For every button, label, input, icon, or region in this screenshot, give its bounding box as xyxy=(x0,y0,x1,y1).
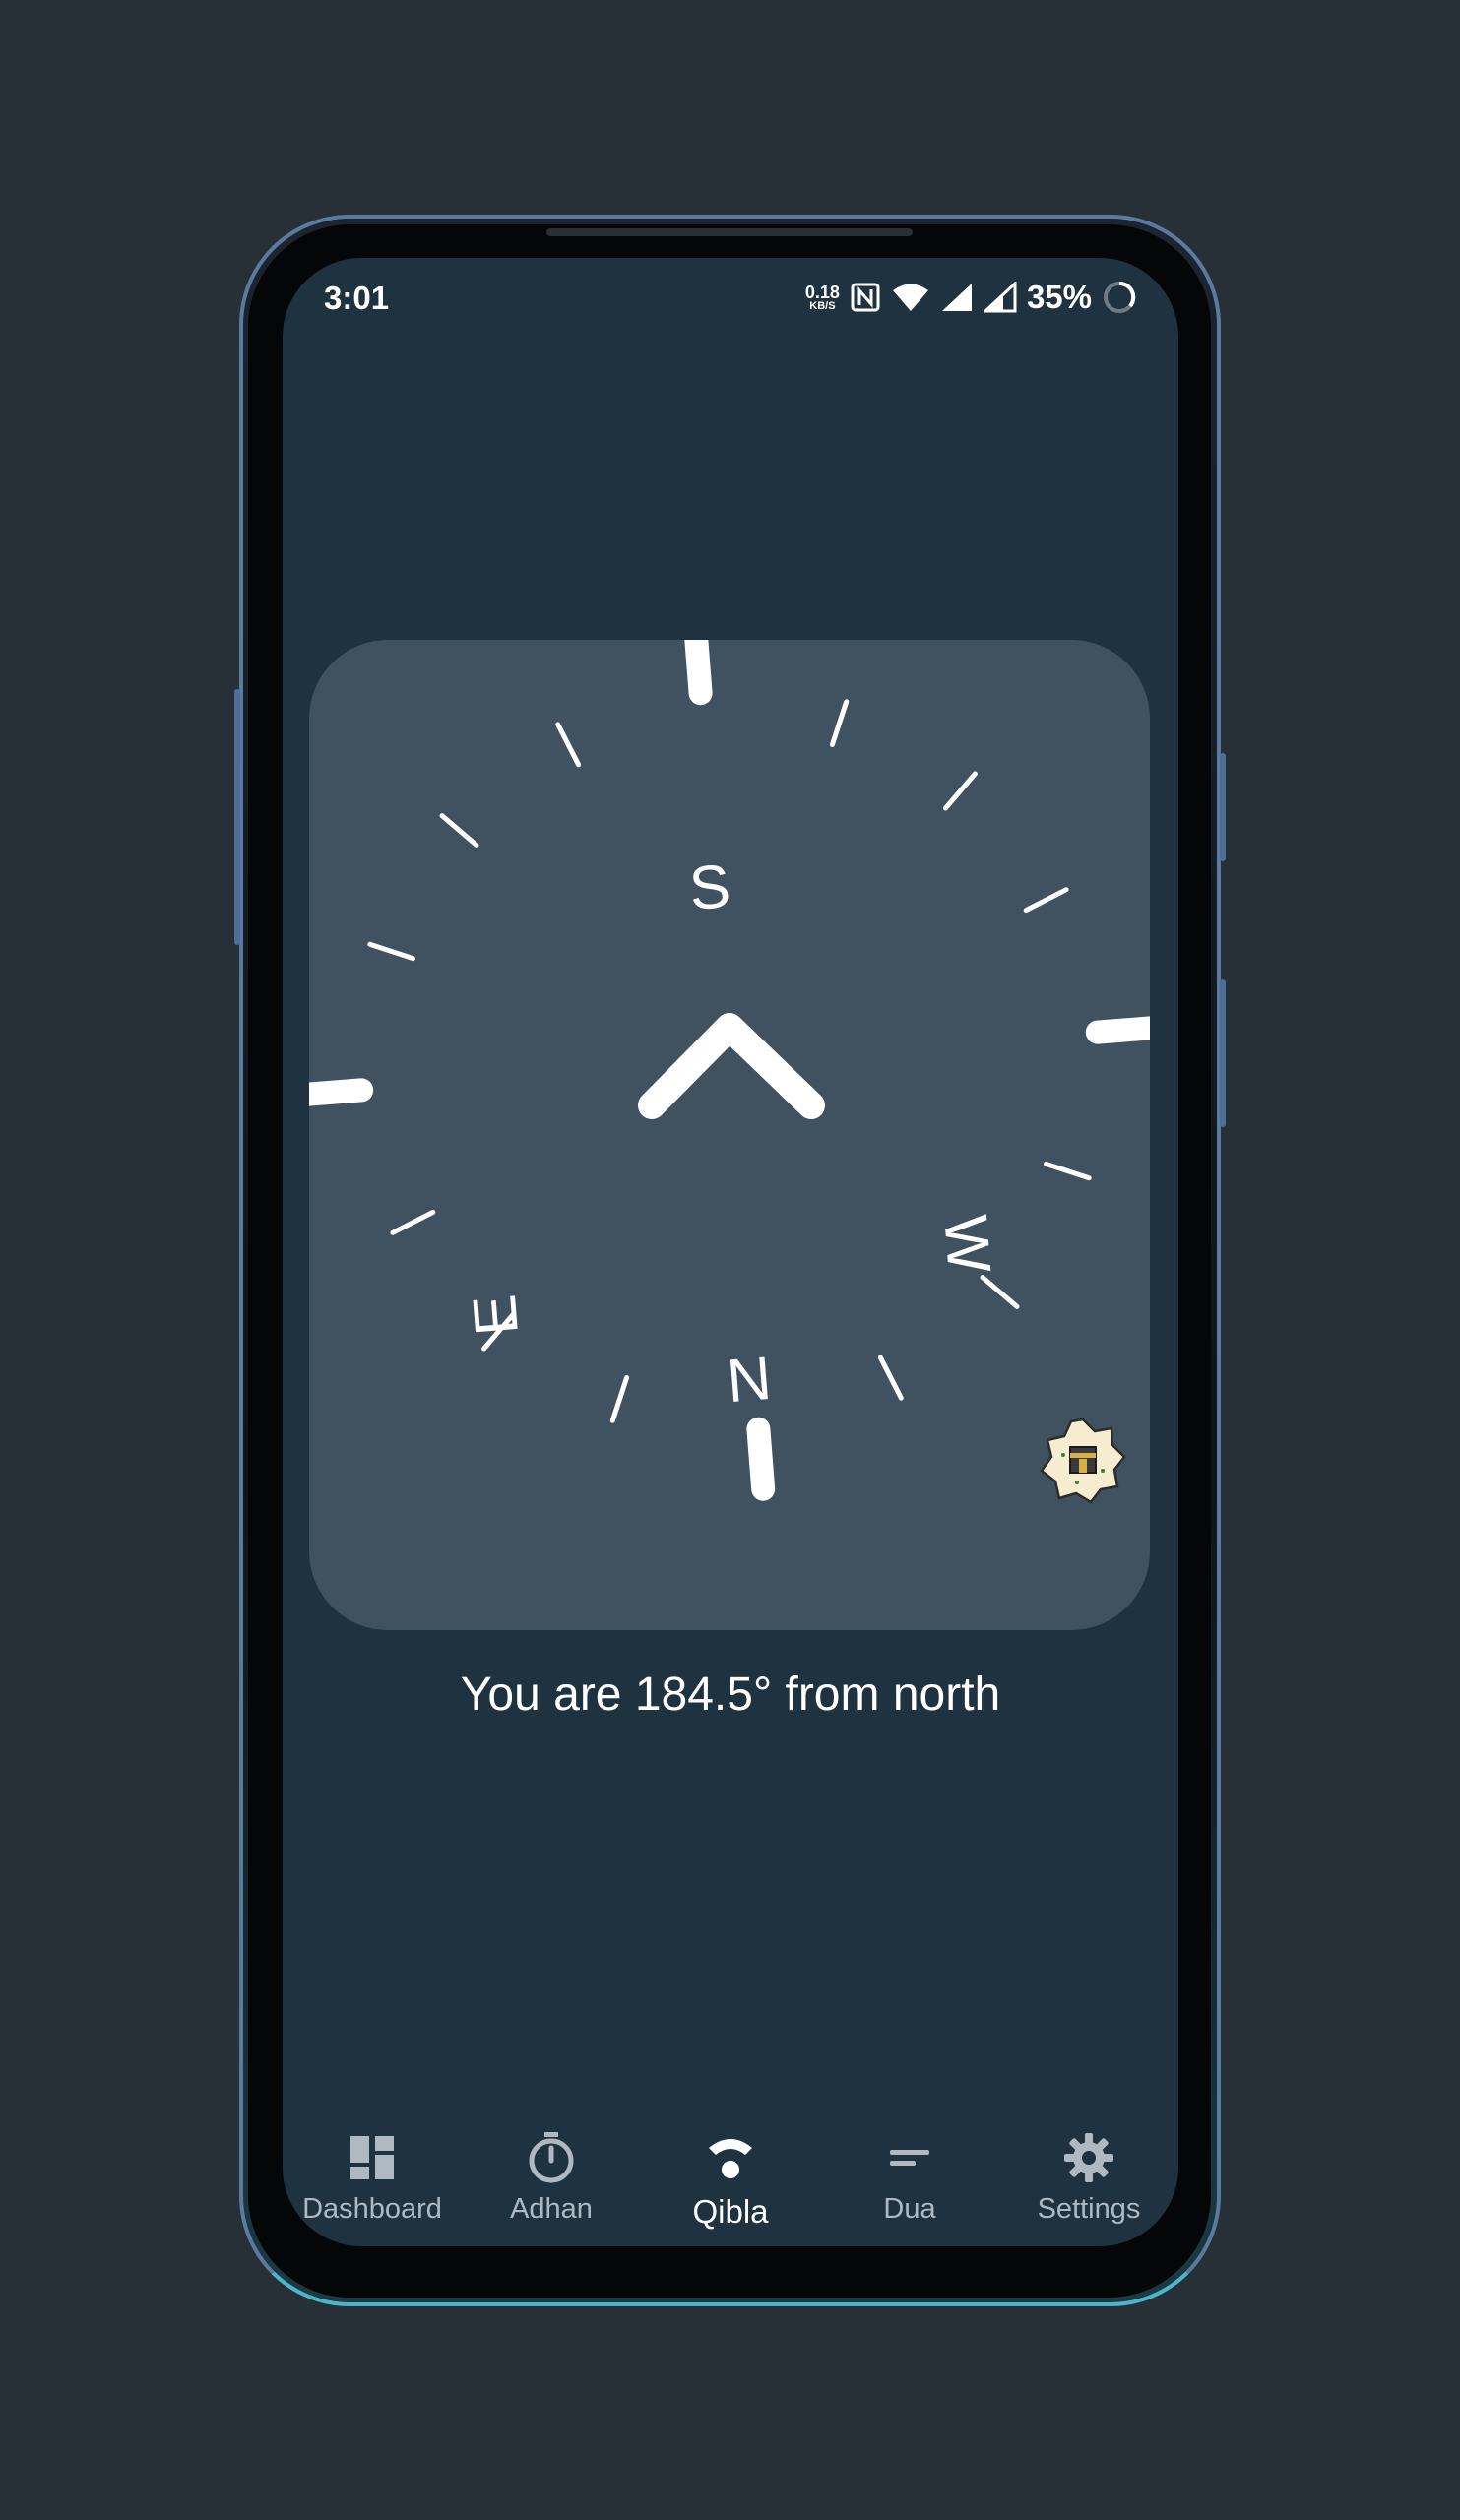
nav-qibla-label: Qibla xyxy=(692,2193,769,2230)
bottom-navigation: Dashboard Adhan Qibla Dua Settings xyxy=(283,2109,1178,2246)
cardinal-north: N xyxy=(725,1345,774,1416)
chevron-up-icon xyxy=(638,1013,825,1119)
cardinal-south: S xyxy=(687,852,733,923)
signal-icon xyxy=(941,284,972,311)
minor-tick xyxy=(439,813,479,848)
heading-readout: You are 184.5° from north xyxy=(460,1669,1001,1721)
nav-dua-label: Dua xyxy=(883,2193,936,2225)
wifi-icon xyxy=(892,284,928,311)
minor-tick xyxy=(980,1275,1020,1309)
minor-tick xyxy=(390,1209,436,1235)
minor-tick xyxy=(943,771,978,811)
status-icons: 0.18 KB/S 35% xyxy=(805,278,1137,317)
signal-icon xyxy=(983,282,1017,313)
minor-tick xyxy=(1023,887,1069,914)
nav-dua[interactable]: Dua xyxy=(820,2109,999,2246)
qibla-icon xyxy=(709,2139,752,2178)
timer-icon xyxy=(529,2132,574,2183)
major-tick xyxy=(684,640,713,706)
minor-tick xyxy=(367,941,415,962)
nav-dashboard-label: Dashboard xyxy=(302,2193,442,2225)
major-tick xyxy=(1085,1016,1150,1044)
nfc-icon xyxy=(851,283,880,312)
major-tick xyxy=(746,1417,776,1501)
nav-adhan-label: Adhan xyxy=(510,2193,593,2225)
power-button xyxy=(1220,753,1226,861)
dua-icon xyxy=(890,2150,929,2166)
minor-tick xyxy=(829,699,850,747)
net-speed-unit: KB/S xyxy=(809,299,836,312)
nav-adhan[interactable]: Adhan xyxy=(462,2109,641,2246)
compass-dial: N S E W xyxy=(309,640,1150,1504)
status-bar: 3:01 0.18 KB/S 35% xyxy=(283,258,1178,337)
volume-button xyxy=(234,689,240,945)
earpiece-speaker xyxy=(546,228,913,236)
net-speed-value: 0.18 xyxy=(804,282,840,302)
app-screen: 3:01 0.18 KB/S 35% N S E W You are 184.5… xyxy=(283,258,1178,2246)
net-speed: 0.18 KB/S xyxy=(805,284,840,312)
nav-settings-label: Settings xyxy=(1037,2193,1141,2225)
battery-ring-icon xyxy=(1104,281,1136,313)
cardinal-east: E xyxy=(461,1292,532,1339)
kaaba-icon xyxy=(1040,1418,1126,1504)
minor-tick xyxy=(609,1375,630,1423)
gear-icon xyxy=(1064,2133,1113,2182)
dashboard-icon xyxy=(350,2136,394,2179)
alert-slider xyxy=(1220,979,1226,1127)
status-time: 3:01 xyxy=(324,280,390,316)
battery-percent: 35% xyxy=(1026,279,1092,315)
minor-tick xyxy=(1044,1161,1092,1181)
compass-card: N S E W xyxy=(309,640,1150,1630)
minor-tick xyxy=(555,722,582,768)
cardinal-west: W xyxy=(930,1213,1002,1276)
nav-qibla[interactable]: Qibla xyxy=(641,2109,820,2246)
nav-settings[interactable]: Settings xyxy=(999,2109,1178,2246)
major-tick xyxy=(309,1078,374,1106)
minor-tick xyxy=(877,1354,904,1401)
nav-dashboard[interactable]: Dashboard xyxy=(283,2109,462,2246)
